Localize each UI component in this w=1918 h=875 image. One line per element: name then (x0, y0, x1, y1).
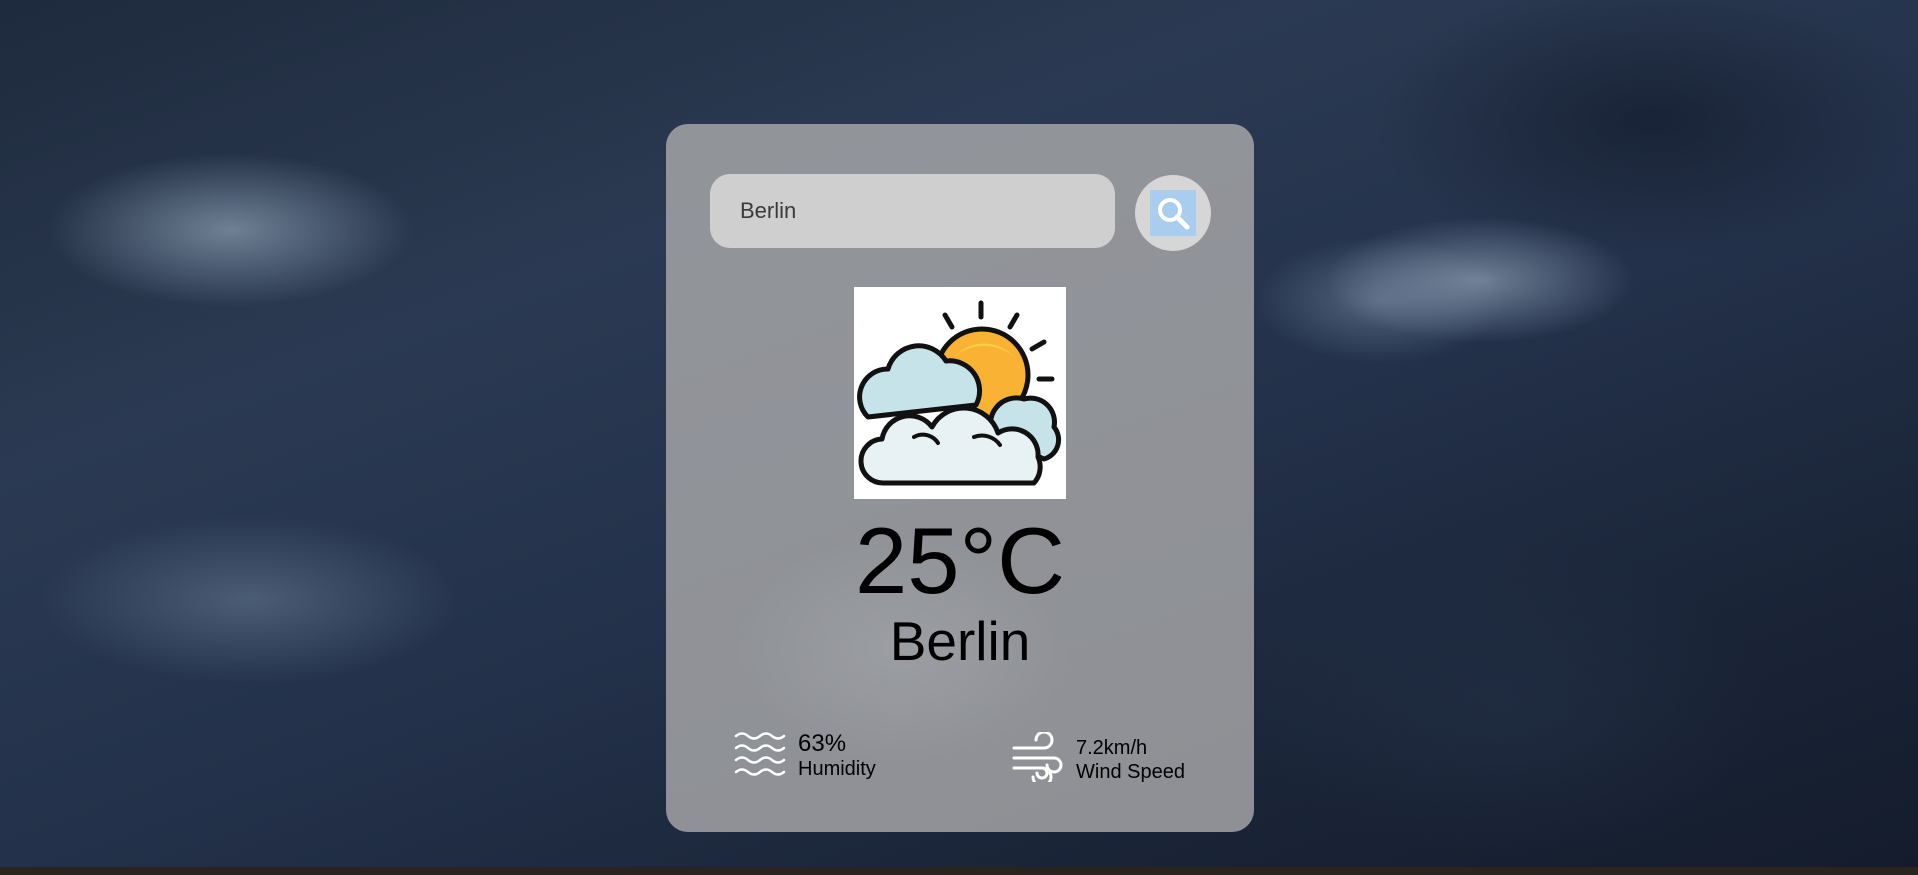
wind-speed-value: 7.2km/h (1076, 736, 1148, 759)
city-search-input[interactable] (710, 174, 1115, 248)
city-name: Berlin (889, 610, 1031, 672)
wind-icon (1012, 730, 1064, 788)
search-icon (1150, 190, 1196, 236)
humidity-detail: 63% Humidity (734, 730, 876, 781)
bottom-strip (0, 867, 1918, 875)
humidity-label: Humidity (798, 757, 876, 780)
wind-speed-label: Wind Speed (1076, 760, 1185, 783)
humidity-waves-icon (734, 730, 786, 781)
humidity-value: 63% (798, 729, 847, 757)
search-button[interactable] (1135, 175, 1211, 251)
wind-detail: 7.2km/h Wind Speed (1012, 730, 1185, 788)
weather-card: 25°C Berlin 63% Humidity (666, 124, 1254, 832)
partly-cloudy-icon (854, 287, 1066, 499)
temperature-value: 25°C (854, 508, 1066, 613)
